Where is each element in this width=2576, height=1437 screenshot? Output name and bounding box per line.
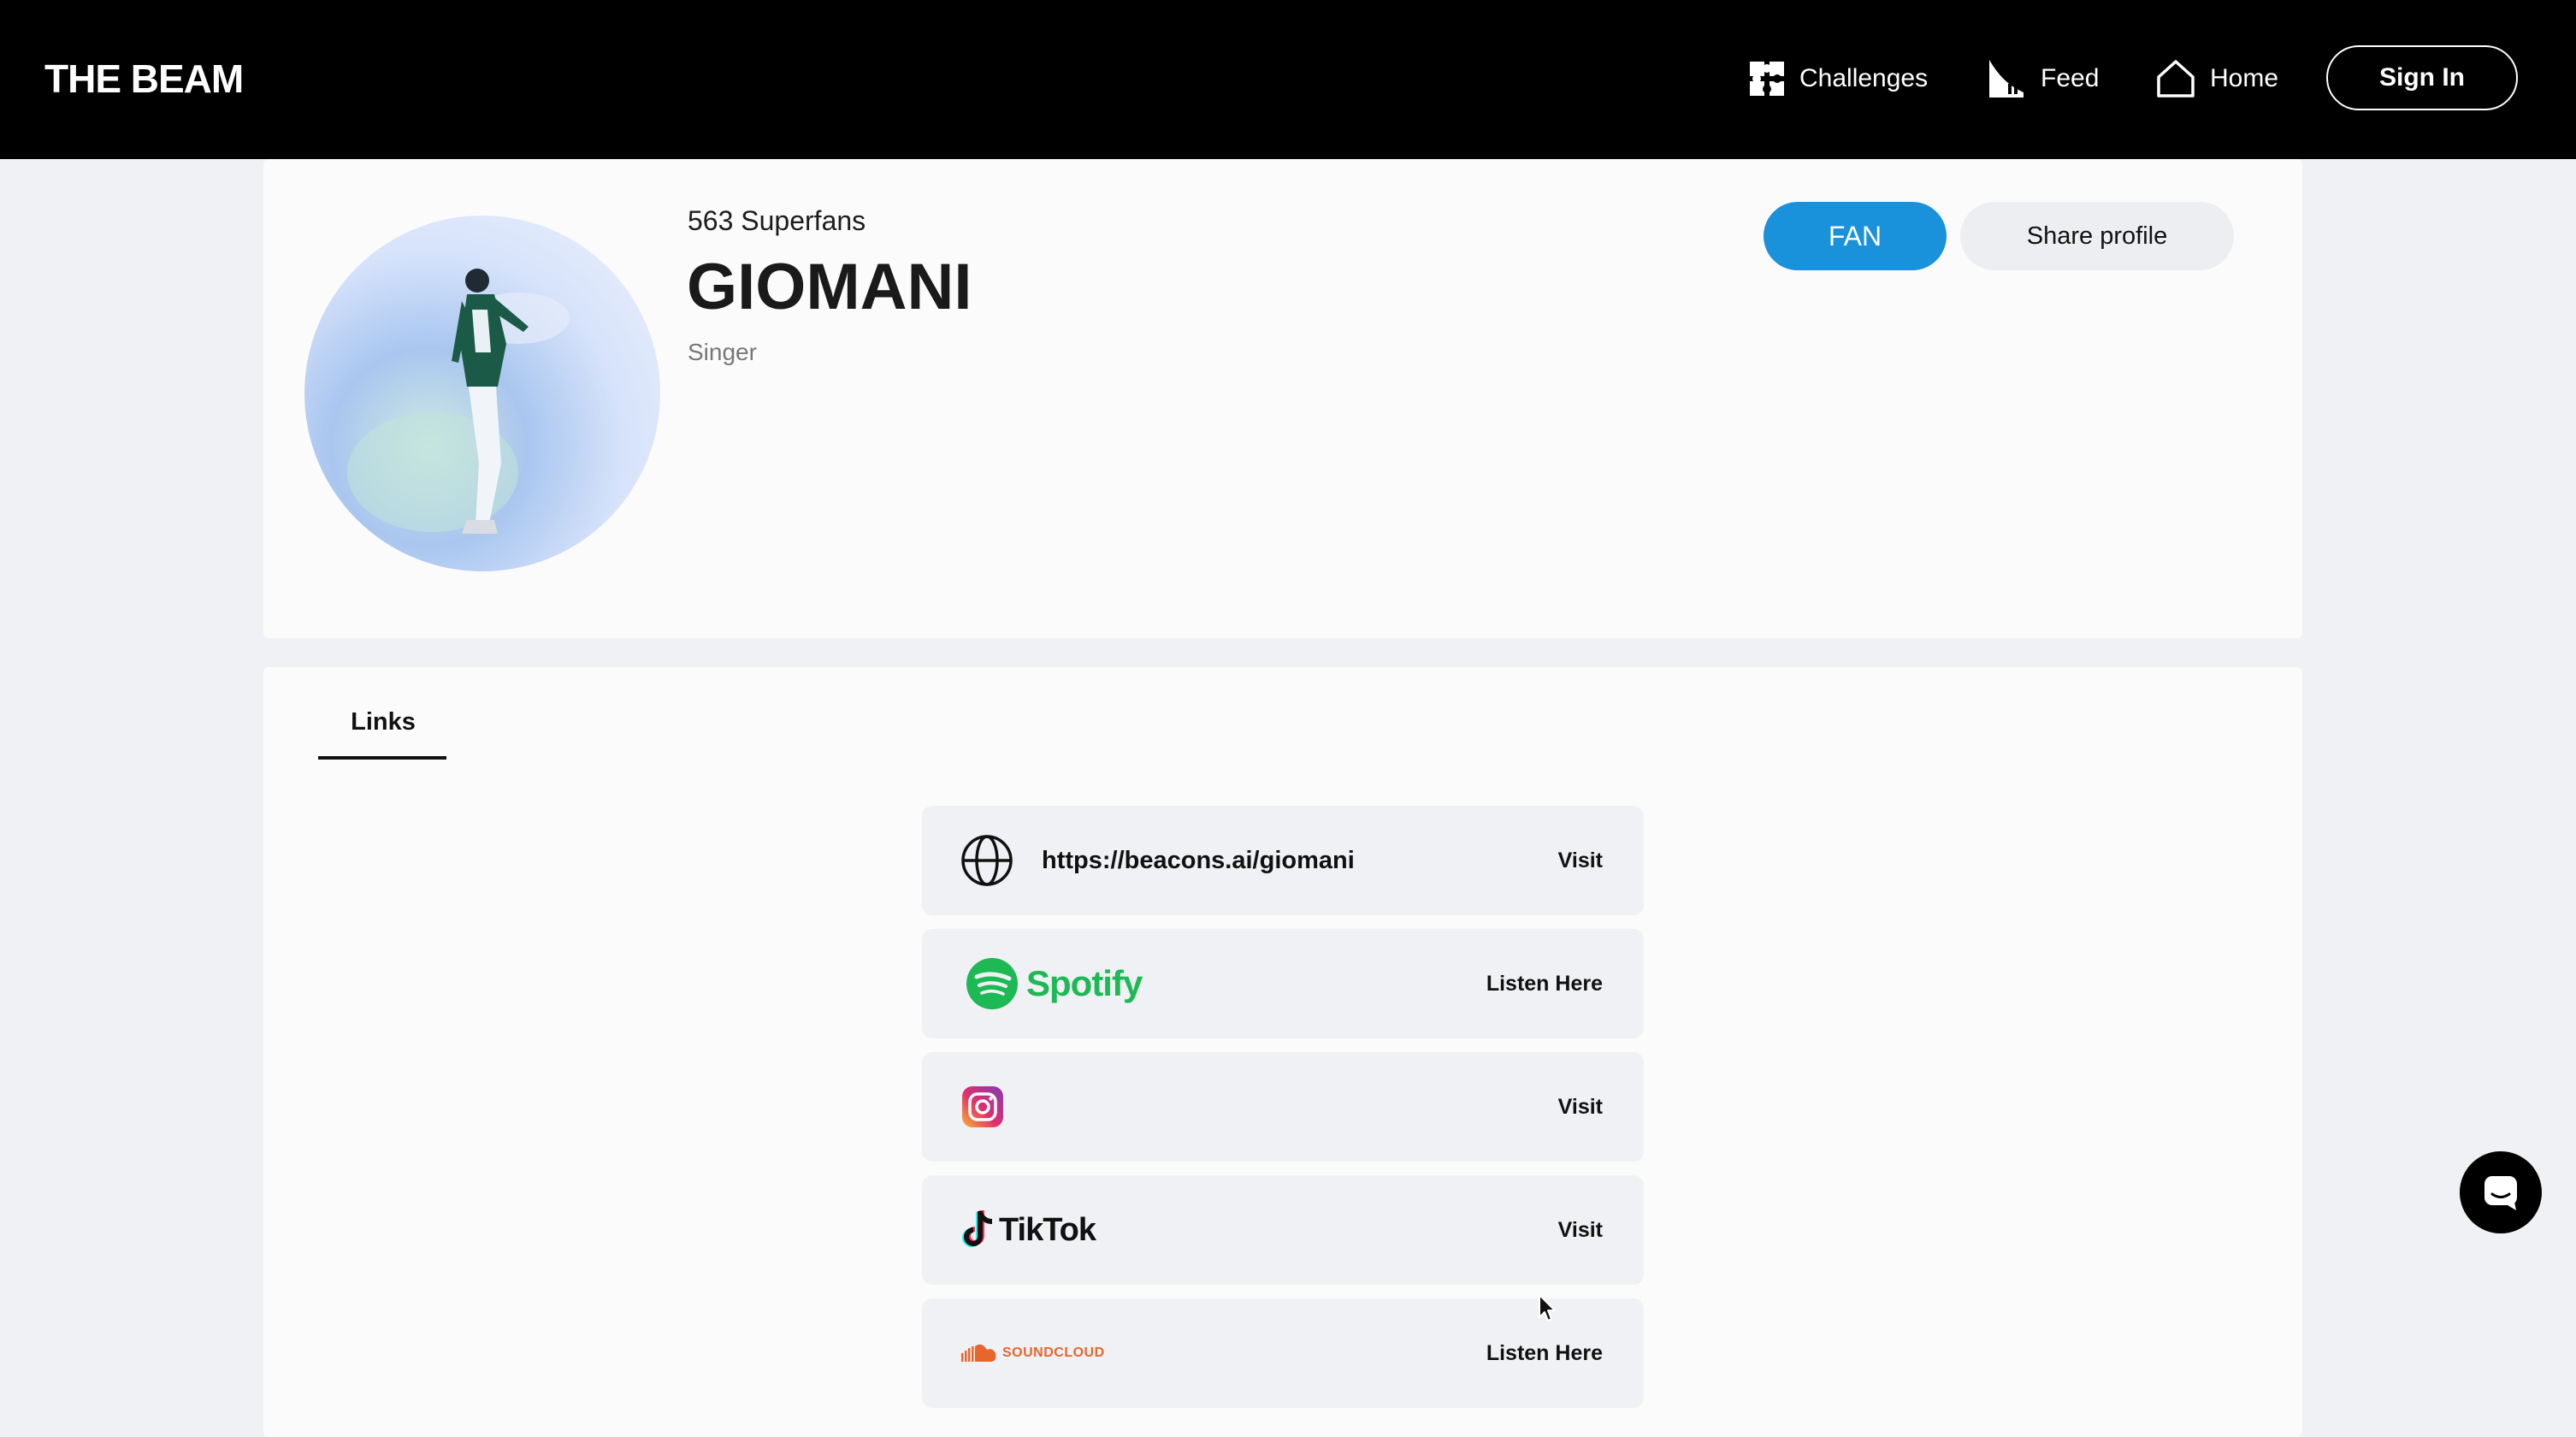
feed-icon: [1989, 60, 2024, 98]
sign-in-button[interactable]: Sign In: [2326, 45, 2518, 110]
tab-links[interactable]: Links: [318, 708, 448, 758]
visit-link[interactable]: Visit: [1558, 806, 1603, 915]
artist-name: GIOMANI: [687, 251, 972, 323]
link-spotify[interactable]: Spotify Listen Here: [922, 929, 1644, 1038]
nav-feed[interactable]: Feed: [1986, 55, 2099, 103]
nav-challenges-label: Challenges: [1799, 64, 1929, 92]
fan-button[interactable]: FAN: [1764, 202, 1947, 270]
website-url: https://beacons.ai/giomani: [1042, 847, 1355, 874]
spotify-icon: [966, 958, 1018, 1009]
visit-link[interactable]: Visit: [1558, 1052, 1603, 1162]
spotify-wordmark: Spotify: [1026, 963, 1143, 1003]
home-icon: [2157, 60, 2195, 98]
globe-icon: [961, 835, 1013, 886]
nav-challenges[interactable]: Challenges: [1748, 55, 1928, 103]
instagram-icon: [962, 1086, 1003, 1127]
soundcloud-icon: [961, 1344, 996, 1362]
the-beam-logo[interactable]: THE BEAM: [44, 56, 244, 101]
puzzle-icon: [1750, 62, 1784, 96]
share-profile-button[interactable]: Share profile: [1960, 202, 2234, 270]
visit-link[interactable]: Visit: [1558, 1175, 1603, 1285]
nav-home[interactable]: Home: [2155, 55, 2278, 103]
soundcloud-wordmark: SOUNDCLOUD: [1002, 1345, 1105, 1360]
top-navigation-bar: THE BEAM Challenges Feed Home Sign In: [0, 0, 2576, 159]
link-tiktok[interactable]: TikTok Visit: [922, 1175, 1644, 1285]
artist-photo-silhouette: [347, 269, 570, 534]
artist-avatar: [304, 216, 660, 571]
artist-role: Singer: [688, 339, 757, 365]
nav-feed-label: Feed: [2041, 64, 2100, 92]
chat-icon: [2484, 1176, 2517, 1210]
mouse-cursor-icon: [1539, 1294, 1556, 1322]
link-instagram[interactable]: Visit: [922, 1052, 1644, 1162]
tiktok-icon: [962, 1210, 993, 1247]
link-website[interactable]: https://beacons.ai/giomani Visit: [922, 806, 1644, 915]
link-soundcloud[interactable]: SOUNDCLOUD Listen Here: [922, 1298, 1644, 1408]
nav-home-label: Home: [2210, 64, 2279, 92]
active-tab-indicator: [318, 756, 446, 760]
tiktok-wordmark: TikTok: [999, 1211, 1096, 1248]
listen-here-link[interactable]: Listen Here: [1486, 929, 1603, 1038]
chat-launcher-button[interactable]: [2460, 1151, 2542, 1233]
superfans-count: 563 Superfans: [688, 205, 866, 236]
